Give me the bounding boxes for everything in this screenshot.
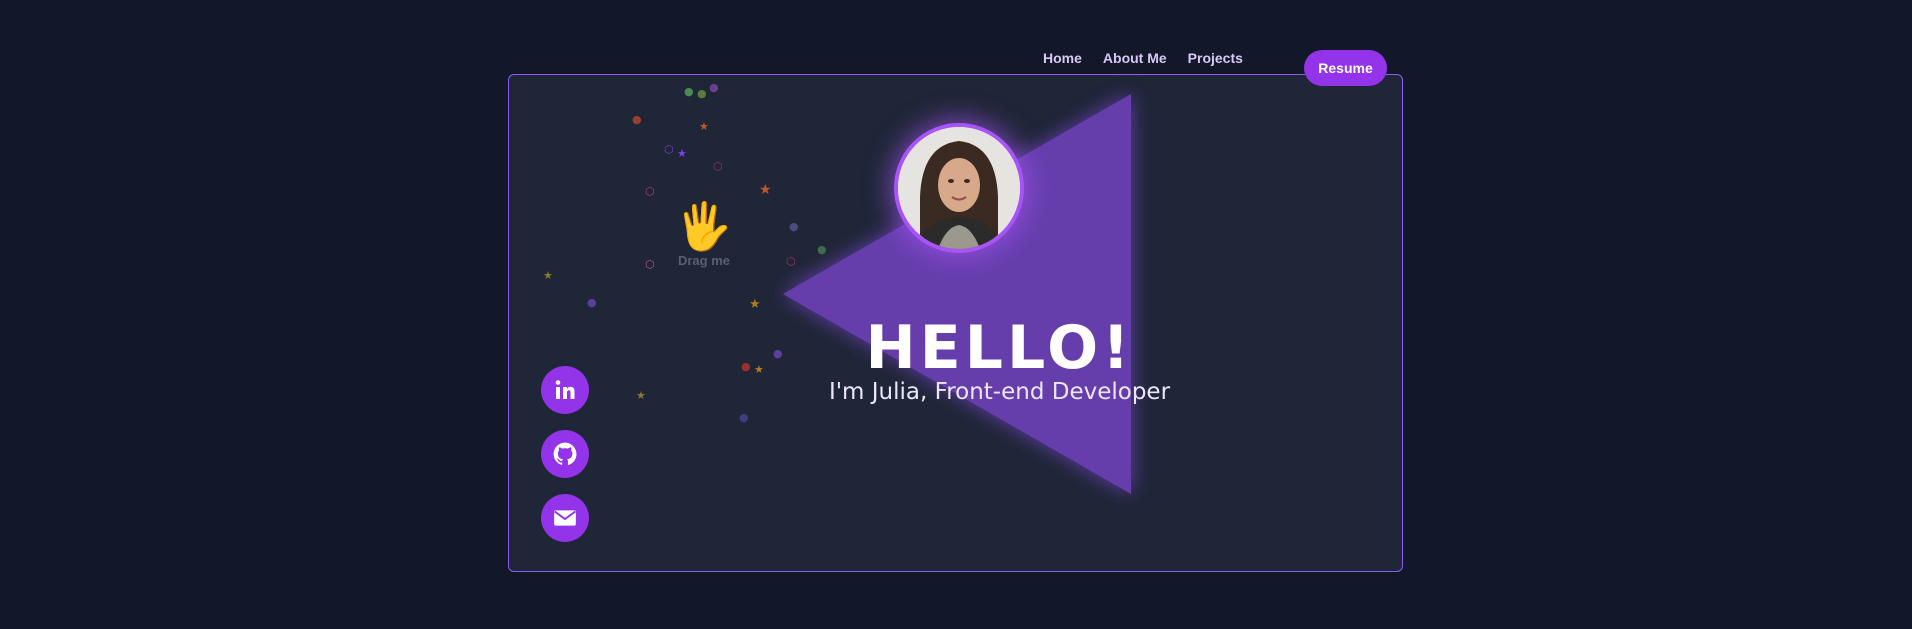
profile-avatar bbox=[894, 123, 1024, 253]
waving-hand-icon[interactable]: 🖐 bbox=[664, 200, 744, 252]
nav-projects-link[interactable]: Projects bbox=[1188, 50, 1243, 66]
nav-home-link[interactable]: Home bbox=[1043, 50, 1082, 66]
hero-subtitle: I'm Julia, Front-end Developer bbox=[828, 379, 1171, 405]
email-button[interactable] bbox=[541, 494, 589, 542]
drag-me-label: Drag me bbox=[677, 253, 731, 268]
hero-card: ● ● ● ● ★ ⬡ ★ ⬡ ⬡ ★ ● ⬡ ● ⬡ ★ ● ★ ● ● ★ … bbox=[508, 74, 1403, 572]
github-button[interactable] bbox=[541, 430, 589, 478]
nav-about-link[interactable]: About Me bbox=[1103, 50, 1167, 66]
linkedin-icon bbox=[555, 380, 575, 399]
hero-greeting: HELLO! bbox=[865, 313, 1134, 383]
social-links bbox=[541, 366, 589, 558]
top-nav: Home About Me Projects bbox=[1043, 50, 1264, 66]
profile-photo-image bbox=[898, 127, 1020, 249]
github-icon bbox=[553, 442, 577, 465]
mail-icon bbox=[554, 510, 576, 526]
drag-me-widget[interactable]: 🖐 Drag me bbox=[664, 200, 744, 270]
resume-button[interactable]: Resume bbox=[1304, 50, 1387, 86]
linkedin-button[interactable] bbox=[541, 366, 589, 414]
